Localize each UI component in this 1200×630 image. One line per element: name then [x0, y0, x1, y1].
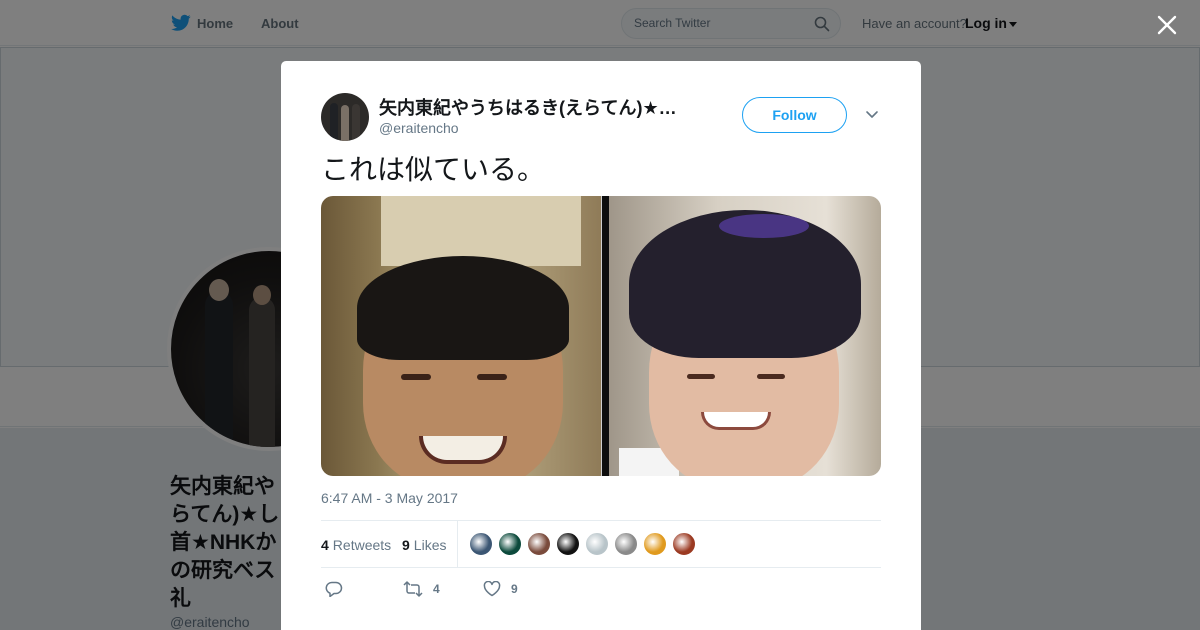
photo-left[interactable]	[321, 196, 601, 476]
chevron-down-icon[interactable]	[865, 109, 879, 121]
reply-icon	[325, 581, 343, 597]
liker-avatar[interactable]	[614, 532, 638, 556]
liker-avatar[interactable]	[585, 532, 609, 556]
heart-icon	[483, 581, 501, 597]
tweet-media[interactable]	[321, 196, 881, 476]
retweet-action-count: 4	[433, 582, 440, 596]
author-avatar[interactable]	[321, 93, 369, 141]
retweets-count: 4	[321, 537, 329, 553]
stats-separator	[457, 521, 458, 567]
retweets-label: Retweets	[332, 537, 392, 553]
liker-avatar[interactable]	[498, 532, 522, 556]
tweet-timestamp[interactable]: 6:47 AM - 3 May 2017	[321, 490, 458, 506]
retweet-icon	[403, 581, 423, 597]
photo-divider	[601, 196, 609, 476]
author-handle[interactable]: @eraitencho	[379, 120, 459, 136]
tweet-modal: 矢内東紀やうちはるき(えらてん)★… @eraitencho Follow これ…	[281, 61, 921, 630]
likes-label: Likes	[413, 537, 447, 553]
liker-avatar[interactable]	[672, 532, 696, 556]
follow-button[interactable]: Follow	[742, 97, 847, 133]
tweet-actions: 4 9	[321, 579, 881, 601]
likes-stat[interactable]: 9 Likes	[402, 537, 446, 553]
liker-avatar[interactable]	[556, 532, 580, 556]
author-name[interactable]: 矢内東紀やうちはるき(えらてん)★…	[379, 94, 689, 120]
like-action-count: 9	[511, 582, 518, 596]
tweet-stats: 4 Retweets 9 Likes	[321, 520, 881, 568]
liker-avatar[interactable]	[643, 532, 667, 556]
liker-avatar[interactable]	[469, 532, 493, 556]
liker-avatar[interactable]	[527, 532, 551, 556]
close-icon[interactable]	[1154, 12, 1180, 38]
tweet-text: これは似ている。	[321, 153, 546, 186]
retweets-stat[interactable]: 4 Retweets	[321, 537, 391, 553]
likes-count: 9	[402, 537, 410, 553]
photo-right[interactable]	[609, 196, 881, 476]
